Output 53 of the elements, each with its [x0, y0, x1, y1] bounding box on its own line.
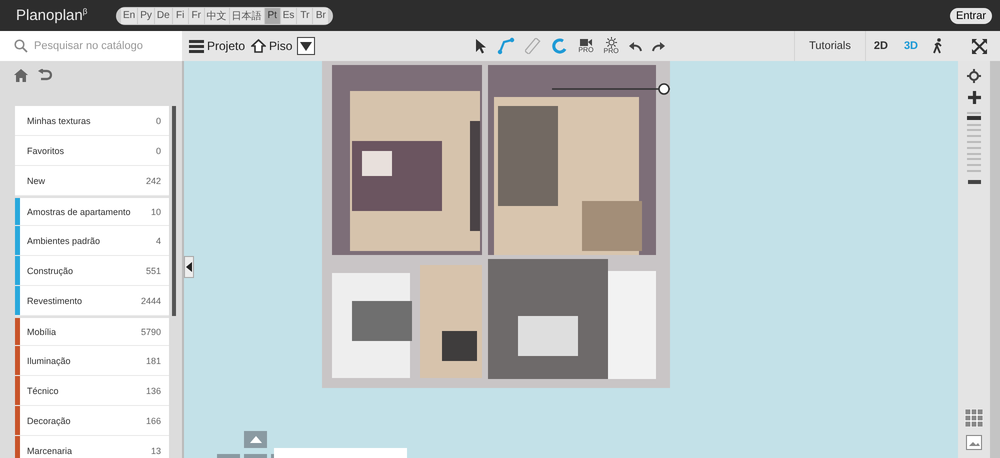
language-tab[interactable]: 日本語 — [230, 8, 264, 24]
catalog-category[interactable]: Iluminação 181 — [15, 346, 169, 376]
walking-person-icon[interactable] — [932, 38, 944, 54]
language-tab[interactable]: Tr — [297, 8, 312, 24]
language-tab[interactable]: Es — [280, 8, 296, 24]
language-tab[interactable]: 中文 — [204, 8, 229, 24]
language-tab[interactable]: Ру — [138, 8, 154, 24]
menu-icon — [189, 40, 204, 52]
caret-icon — [186, 262, 192, 272]
catalog-category[interactable]: New 242 — [15, 166, 169, 196]
zoom-in-icon[interactable] — [968, 91, 980, 104]
locate-icon[interactable] — [967, 69, 981, 83]
catalog-category[interactable]: Marcenaria 13 — [15, 436, 169, 458]
grid-icon[interactable] — [965, 409, 983, 427]
zoom-slider-thumb[interactable] — [967, 116, 981, 120]
catalog-category[interactable]: Técnico 136 — [15, 376, 169, 406]
pan-up-button[interactable] — [244, 431, 267, 448]
language-tab[interactable]: Pt — [264, 8, 280, 24]
catalog-category[interactable]: Favoritos 0 — [15, 136, 169, 166]
cursor-icon[interactable] — [475, 38, 488, 54]
zoom-slider[interactable] — [967, 112, 981, 172]
language-tab[interactable]: En — [121, 8, 138, 24]
image-icon[interactable] — [966, 435, 982, 450]
language-tab[interactable]: Fr — [188, 8, 204, 24]
language-tab[interactable]: Fi — [172, 8, 188, 24]
catalog-category[interactable]: Mobília 5790 — [15, 316, 169, 346]
catalog-category[interactable]: Amostras de apartamento 10 — [15, 196, 169, 226]
catalog-category[interactable]: Minhas texturas 0 — [15, 106, 169, 136]
house-icon — [251, 39, 266, 53]
wall-tool-icon[interactable] — [497, 37, 516, 55]
app-logo: Planoplan$^{β}$ — [16, 7, 88, 24]
login-button[interactable]: Entrar — [950, 8, 992, 24]
back-icon[interactable] — [38, 69, 52, 81]
catalog-category[interactable]: Construção 551 — [15, 256, 169, 286]
collapse-panel-button[interactable] — [184, 256, 194, 278]
search-field[interactable]: Pesquisar no catálogo — [0, 31, 182, 61]
language-tab[interactable]: De — [154, 8, 172, 24]
fullscreen-icon[interactable] — [972, 38, 987, 54]
scrollbar[interactable] — [990, 61, 1000, 458]
project-menu-button[interactable]: Projeto — [186, 39, 248, 53]
catalog-category[interactable]: Decoração 166 — [15, 406, 169, 436]
catalog-category[interactable]: Revestimento 2444 — [15, 286, 169, 316]
view-mode-tab[interactable]: 2D — [866, 31, 896, 61]
scrollbar[interactable] — [172, 106, 176, 316]
language-tab[interactable]: Br — [313, 8, 328, 24]
undo-icon[interactable] — [628, 40, 642, 52]
dropdown-icon[interactable] — [297, 37, 316, 55]
home-icon[interactable] — [14, 69, 28, 82]
caret-icon — [250, 436, 262, 443]
catalog-category[interactable]: Ambientes padrão 4 — [15, 226, 169, 256]
floor-menu-button[interactable]: Piso — [248, 39, 296, 53]
zoom-out-icon[interactable] — [968, 180, 980, 184]
redo-icon[interactable] — [652, 40, 665, 52]
